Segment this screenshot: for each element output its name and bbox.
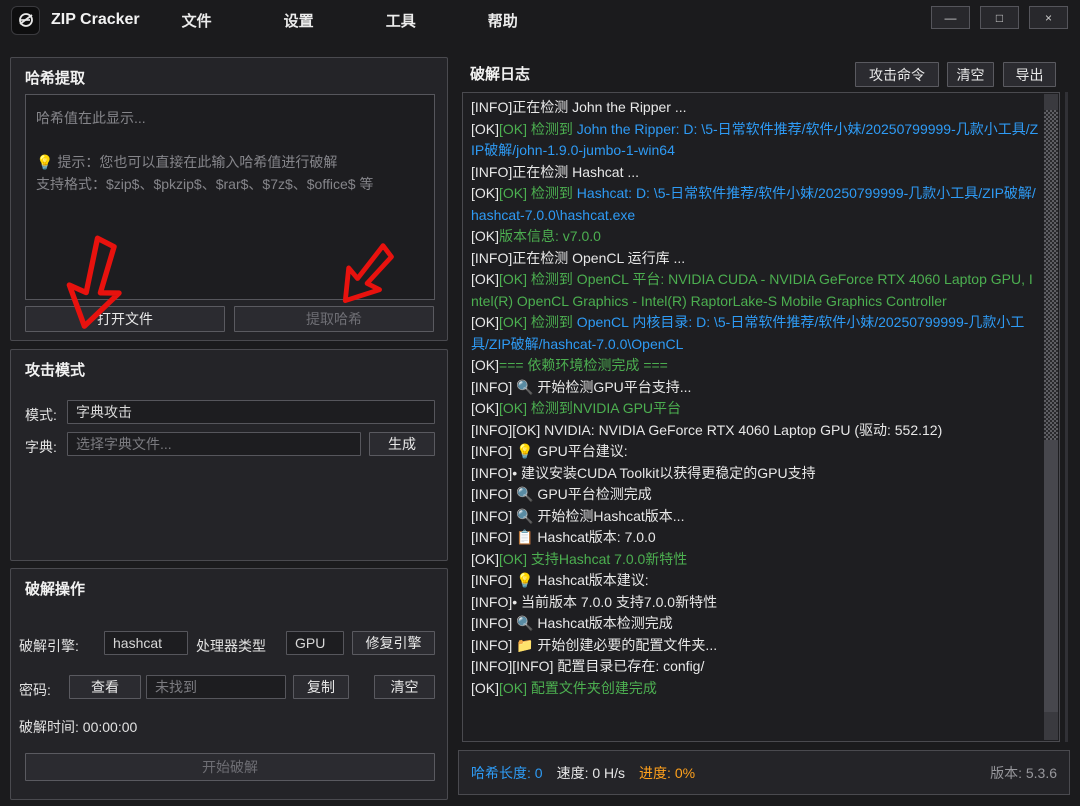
crack-ops-group: 破解操作 破解引擎: 处理器类型 修复引擎 密码: 查看 复制 清空 破解时间:… <box>10 568 448 800</box>
hash-input-area[interactable]: 哈希值在此显示... 💡 提示：您也可以直接在此输入哈希值进行破解 支持格式：$… <box>25 94 435 300</box>
log-line: [INFO] 📋 Hashcat版本: 7.0.0 <box>471 527 1039 549</box>
engine-label: 破解引擎: <box>19 636 79 656</box>
logo-glyph-icon <box>17 11 35 29</box>
log-line: [INFO]正在检测 OpenCL 运行库 ... <box>471 248 1039 270</box>
clear-log-button[interactable]: 清空 <box>947 62 994 87</box>
zip-cracker-window: ZIP Cracker 文件 设置 工具 帮助 — □ × 哈希提取 哈希值在此… <box>0 0 1080 806</box>
scrollbar-down-button[interactable] <box>1044 712 1058 740</box>
log-line: [OK][OK] 检测到 OpenCL 内核目录: D: \5-日常软件推荐/软… <box>471 312 1039 355</box>
minimize-button[interactable]: — <box>931 6 970 29</box>
crack-ops-title: 破解操作 <box>25 578 85 599</box>
log-line: [INFO]正在检测 Hashcat ... <box>471 162 1039 184</box>
processor-select[interactable] <box>286 631 344 655</box>
scrollbar-up-button[interactable] <box>1044 94 1058 110</box>
app-logo-icon <box>11 6 40 35</box>
open-file-button[interactable]: 打开文件 <box>25 306 225 332</box>
log-scrollbar[interactable] <box>1044 94 1058 740</box>
menu-settings[interactable]: 设置 <box>276 4 322 37</box>
view-password-button[interactable]: 查看 <box>69 675 141 699</box>
log-line: [OK][OK] 检测到 OpenCL 平台: NVIDIA CUDA - NV… <box>471 269 1039 312</box>
maximize-button[interactable]: □ <box>980 6 1019 29</box>
hash-placeholder: 哈希值在此显示... 💡 提示：您也可以直接在此输入哈希值进行破解 支持格式：$… <box>36 107 424 195</box>
log-line: [OK]=== 依赖环境检测完成 === <box>471 355 1039 377</box>
log-line: [OK][OK] 支持Hashcat 7.0.0新特性 <box>471 549 1039 571</box>
password-field[interactable] <box>146 675 286 699</box>
attack-mode-title: 攻击模式 <box>25 359 85 380</box>
close-button[interactable]: × <box>1029 6 1068 29</box>
log-line: [OK][OK] 检测到 Hashcat: D: \5-日常软件推荐/软件小妹/… <box>471 183 1039 226</box>
hash-extract-title: 哈希提取 <box>25 67 85 88</box>
crack-time-text: 破解时间: 00:00:00 <box>19 717 137 737</box>
status-version: 版本: 5.3.6 <box>990 763 1057 783</box>
start-crack-button[interactable]: 开始破解 <box>25 753 435 781</box>
extract-hash-button[interactable]: 提取哈希 <box>234 306 434 332</box>
processor-label: 处理器类型 <box>196 636 266 656</box>
log-line: [INFO]正在检测 John the Ripper ... <box>471 97 1039 119</box>
log-title: 破解日志 <box>470 63 530 84</box>
log-lines: [INFO]正在检测 John the Ripper ...[OK][OK] 检… <box>471 97 1039 699</box>
menu-file[interactable]: 文件 <box>174 4 220 37</box>
log-line: [INFO] 🔍 开始检测GPU平台支持... <box>471 377 1039 399</box>
hash-extract-group: 哈希提取 哈希值在此显示... 💡 提示：您也可以直接在此输入哈希值进行破解 支… <box>10 57 448 341</box>
export-log-button[interactable]: 导出 <box>1003 62 1056 87</box>
log-line: [OK]版本信息: v7.0.0 <box>471 226 1039 248</box>
titlebar: ZIP Cracker 文件 设置 工具 帮助 — □ × <box>0 0 1080 40</box>
log-line: [INFO] 🔍 开始检测Hashcat版本... <box>471 506 1039 528</box>
attack-mode-group: 攻击模式 模式: 字典: 生成 <box>10 349 448 561</box>
log-line: [INFO] 💡 GPU平台建议: <box>471 441 1039 463</box>
window-edge-divider <box>1065 92 1068 742</box>
status-progress: 进度: 0% <box>639 763 695 783</box>
menu-tools[interactable]: 工具 <box>378 4 424 37</box>
mode-label: 模式: <box>25 405 57 425</box>
scrollbar-thumb[interactable] <box>1044 440 1058 714</box>
scrollbar-track[interactable] <box>1044 110 1058 440</box>
log-line: [INFO] 🔍 GPU平台检测完成 <box>471 484 1039 506</box>
window-controls: — □ × <box>931 6 1068 29</box>
menu-help[interactable]: 帮助 <box>480 4 526 37</box>
dict-file-input[interactable] <box>67 432 361 456</box>
log-line: [INFO] 🔍 Hashcat版本检测完成 <box>471 613 1039 635</box>
app-title: ZIP Cracker <box>51 11 140 29</box>
attack-command-button[interactable]: 攻击命令 <box>855 62 939 87</box>
log-box[interactable]: [INFO]正在检测 John the Ripper ...[OK][OK] 检… <box>462 92 1060 742</box>
log-line: [INFO][OK] NVIDIA: NVIDIA GeForce RTX 40… <box>471 420 1039 442</box>
copy-password-button[interactable]: 复制 <box>293 675 349 699</box>
dict-label: 字典: <box>25 437 57 457</box>
engine-select[interactable] <box>104 631 188 655</box>
log-line: [OK][OK] 配置文件夹创建完成 <box>471 678 1039 700</box>
status-speed: 速度: 0 H/s <box>557 763 625 783</box>
status-bar: 哈希长度: 0 速度: 0 H/s 进度: 0% 版本: 5.3.6 <box>458 750 1070 795</box>
mode-select[interactable] <box>67 400 435 424</box>
generate-dict-button[interactable]: 生成 <box>369 432 435 456</box>
password-label: 密码: <box>19 680 51 700</box>
log-line: [OK][OK] 检测到NVIDIA GPU平台 <box>471 398 1039 420</box>
log-line: [INFO] 📁 开始创建必要的配置文件夹... <box>471 635 1039 657</box>
clear-password-button[interactable]: 清空 <box>374 675 435 699</box>
log-line: [INFO]• 当前版本 7.0.0 支持7.0.0新特性 <box>471 592 1039 614</box>
log-line: [OK][OK] 检测到 John the Ripper: D: \5-日常软件… <box>471 119 1039 162</box>
repair-engine-button[interactable]: 修复引擎 <box>352 631 435 655</box>
status-hash-length: 哈希长度: 0 <box>471 763 543 783</box>
log-line: [INFO] 💡 Hashcat版本建议: <box>471 570 1039 592</box>
log-line: [INFO][INFO] 配置目录已存在: config/ <box>471 656 1039 678</box>
log-line: [INFO]• 建议安装CUDA Toolkit以获得更稳定的GPU支持 <box>471 463 1039 485</box>
